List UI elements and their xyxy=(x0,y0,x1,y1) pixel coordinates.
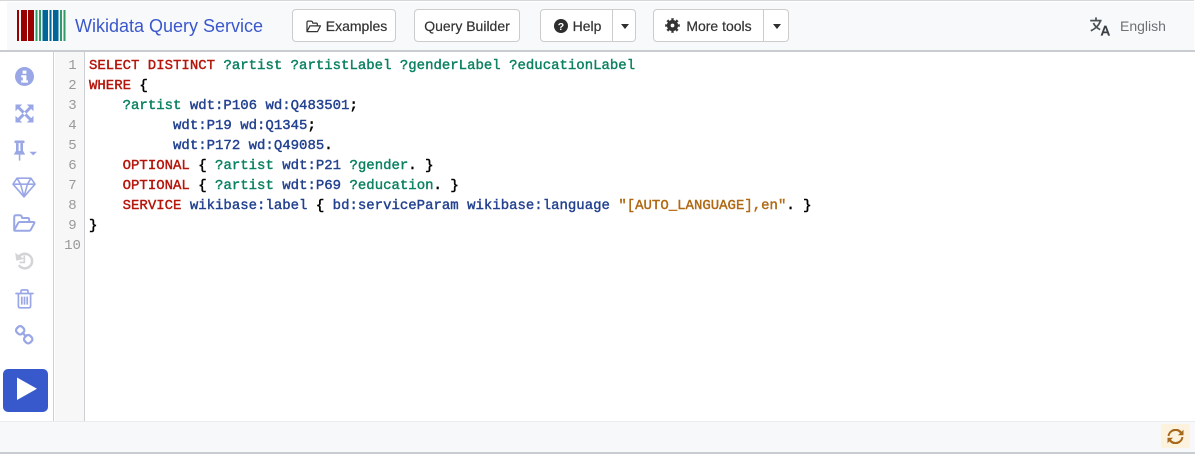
svg-text:?: ? xyxy=(557,21,563,33)
